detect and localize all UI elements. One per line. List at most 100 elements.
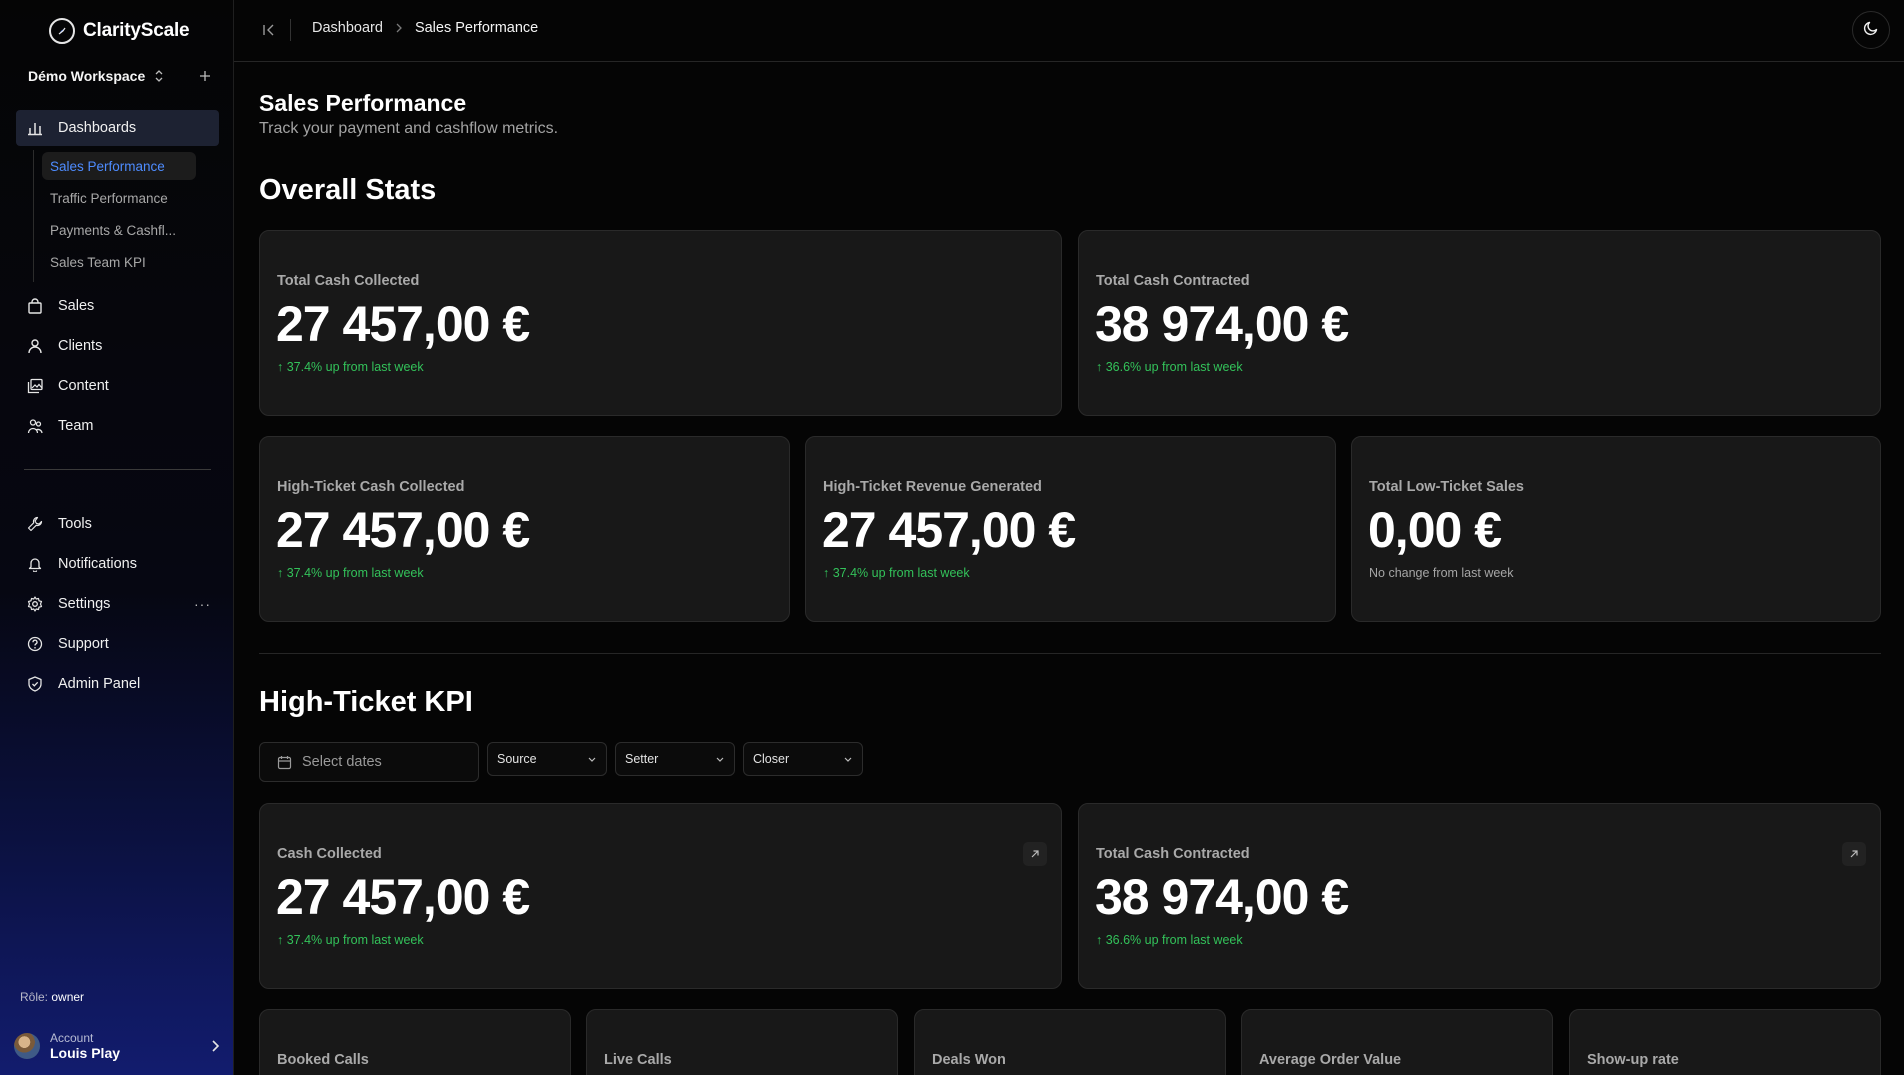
bar-chart-icon bbox=[26, 119, 44, 137]
card-label: Total Cash Contracted bbox=[1096, 273, 1250, 289]
stat-card-high-ticket-cash-collected: High-Ticket Cash Collected 27 457,00 € ↑… bbox=[259, 436, 790, 622]
sidebar-item-dashboards[interactable]: Dashboards bbox=[16, 110, 219, 146]
moon-icon bbox=[1863, 20, 1879, 41]
breadcrumb-dashboard[interactable]: Dashboard bbox=[312, 20, 383, 36]
workspace-switcher[interactable]: Démo Workspace bbox=[28, 64, 212, 88]
role-value: owner bbox=[51, 990, 85, 1004]
breadcrumb: Dashboard Sales Performance bbox=[312, 20, 538, 36]
date-range-picker[interactable]: Select dates bbox=[259, 742, 479, 782]
chevron-right-icon bbox=[395, 22, 403, 34]
sidebar-item-label: Support bbox=[58, 636, 109, 652]
card-value: 38 974,00 € bbox=[1095, 296, 1349, 352]
settings-more-icon[interactable]: ··· bbox=[194, 596, 211, 612]
sidebar-item-label: Sales bbox=[58, 298, 95, 314]
card-label: Total Cash Collected bbox=[277, 273, 420, 289]
theme-toggle-button[interactable] bbox=[1852, 11, 1890, 49]
sidebar-item-label: Admin Panel bbox=[58, 676, 141, 692]
sidebar-item-label: Settings bbox=[58, 596, 111, 612]
collapse-sidebar-icon[interactable] bbox=[260, 21, 278, 39]
sidebar-item-admin-panel[interactable]: Admin Panel bbox=[16, 666, 219, 702]
user-icon bbox=[26, 337, 44, 355]
card-label: Booked Calls bbox=[277, 1052, 369, 1068]
chevron-down-icon bbox=[843, 756, 853, 763]
source-select[interactable]: Source bbox=[487, 742, 607, 776]
select-value: Setter bbox=[625, 752, 659, 766]
topbar: Dashboard Sales Performance bbox=[234, 0, 1904, 62]
gear-icon bbox=[26, 595, 44, 613]
help-circle-icon bbox=[26, 635, 44, 653]
account-texts: Account Louis Play bbox=[50, 1031, 120, 1061]
card-value: 27 457,00 € bbox=[822, 502, 1076, 558]
sidebar-item-content[interactable]: Content bbox=[16, 368, 219, 404]
sidebar-item-team[interactable]: Team bbox=[16, 408, 219, 444]
avatar bbox=[14, 1033, 40, 1059]
subnav-item-sales-team-kpi[interactable]: Sales Team KPI bbox=[42, 248, 196, 276]
sidebar-item-notifications[interactable]: Notifications bbox=[16, 546, 219, 582]
topbar-separator bbox=[290, 19, 291, 41]
card-delta: ↑ 37.4% up from last week bbox=[823, 566, 970, 580]
calendar-icon bbox=[277, 755, 292, 770]
kpi-card-booked-calls: Booked Calls bbox=[259, 1009, 571, 1075]
account-menu[interactable]: Account Louis Play bbox=[14, 1026, 220, 1066]
overall-stats-title: Overall Stats bbox=[259, 174, 437, 206]
stat-card-total-cash-collected: Total Cash Collected 27 457,00 € ↑ 37.4%… bbox=[259, 230, 1062, 416]
brand-name: ClarityScale bbox=[83, 20, 190, 41]
date-picker-placeholder: Select dates bbox=[302, 754, 382, 770]
stat-card-total-cash-contracted: Total Cash Contracted 38 974,00 € ↑ 36.6… bbox=[1078, 230, 1881, 416]
select-value: Closer bbox=[753, 752, 790, 766]
role-label: Rôle: bbox=[20, 990, 49, 1004]
sidebar-item-support[interactable]: Support bbox=[16, 626, 219, 662]
subnav-item-sales-performance[interactable]: Sales Performance bbox=[42, 152, 196, 180]
setter-select[interactable]: Setter bbox=[615, 742, 735, 776]
kpi-card-live-calls: Live Calls bbox=[586, 1009, 898, 1075]
breadcrumb-current: Sales Performance bbox=[414, 20, 539, 36]
sidebar-item-sales[interactable]: Sales bbox=[16, 288, 219, 324]
stat-card-high-ticket-revenue: High-Ticket Revenue Generated 27 457,00 … bbox=[805, 436, 1336, 622]
sidebar-item-label: Content bbox=[58, 378, 109, 394]
kpi-card-deals-won: Deals Won bbox=[914, 1009, 1226, 1075]
page-content: Sales Performance Track your payment and… bbox=[234, 62, 1904, 1075]
card-label: Average Order Value bbox=[1259, 1052, 1402, 1068]
sidebar-item-clients[interactable]: Clients bbox=[16, 328, 219, 364]
card-delta: ↑ 37.4% up from last week bbox=[277, 360, 424, 374]
add-workspace-icon[interactable] bbox=[198, 69, 212, 83]
team-icon bbox=[26, 417, 44, 435]
card-delta: ↑ 37.4% up from last week bbox=[277, 566, 424, 580]
card-delta: ↑ 36.6% up from last week bbox=[1096, 933, 1243, 947]
card-value: 27 457,00 € bbox=[276, 869, 530, 925]
brand-logo[interactable]: ClarityScale bbox=[49, 18, 190, 44]
bell-icon bbox=[26, 555, 44, 573]
card-delta: ↑ 36.6% up from last week bbox=[1096, 360, 1243, 374]
sidebar-item-label: Tools bbox=[58, 516, 92, 532]
kpi-card-show-up-rate: Show-up rate bbox=[1569, 1009, 1881, 1075]
expand-arrow-icon[interactable] bbox=[1842, 842, 1866, 866]
kpi-card-total-cash-contracted: Total Cash Contracted 38 974,00 € ↑ 36.6… bbox=[1078, 803, 1881, 989]
account-name: Louis Play bbox=[50, 1045, 121, 1061]
sidebar-item-settings[interactable]: Settings ··· bbox=[16, 586, 219, 622]
user-role: Rôle: owner bbox=[20, 990, 84, 1004]
subnav-item-traffic-performance[interactable]: Traffic Performance bbox=[42, 184, 196, 212]
wrench-icon bbox=[26, 515, 44, 533]
sidebar-main-nav: Dashboards Sales Performance Traffic Per… bbox=[16, 110, 219, 448]
sidebar-item-label: Notifications bbox=[58, 556, 137, 572]
page-subtitle: Track your payment and cashflow metrics. bbox=[259, 120, 559, 137]
card-delta: ↑ 37.4% up from last week bbox=[277, 933, 424, 947]
shopping-bag-icon bbox=[26, 297, 44, 315]
card-delta: No change from last week bbox=[1369, 566, 1514, 580]
sidebar-item-tools[interactable]: Tools bbox=[16, 506, 219, 542]
subnav-item-payments-cashflow[interactable]: Payments & Cashfl... bbox=[42, 216, 196, 244]
chevrons-up-down-icon[interactable] bbox=[153, 69, 165, 83]
main-area: Dashboard Sales Performance Sales Perfor… bbox=[234, 0, 1904, 1075]
dashboards-subnav: Sales Performance Traffic Performance Pa… bbox=[33, 150, 219, 282]
sidebar-secondary-nav: Tools Notifications Settings ··· Support… bbox=[16, 506, 219, 706]
card-label: Live Calls bbox=[604, 1052, 672, 1068]
card-label: Deals Won bbox=[932, 1052, 1006, 1068]
section-divider bbox=[259, 653, 1881, 654]
closer-select[interactable]: Closer bbox=[743, 742, 863, 776]
expand-arrow-icon[interactable] bbox=[1023, 842, 1047, 866]
kpi-card-cash-collected: Cash Collected 27 457,00 € ↑ 37.4% up fr… bbox=[259, 803, 1062, 989]
sidebar: ClarityScale Démo Workspace Dashboards S… bbox=[0, 0, 234, 1075]
account-label: Account bbox=[50, 1031, 94, 1045]
chevron-down-icon bbox=[715, 756, 725, 763]
stat-card-total-low-ticket-sales: Total Low-Ticket Sales 0,00 € No change … bbox=[1351, 436, 1881, 622]
